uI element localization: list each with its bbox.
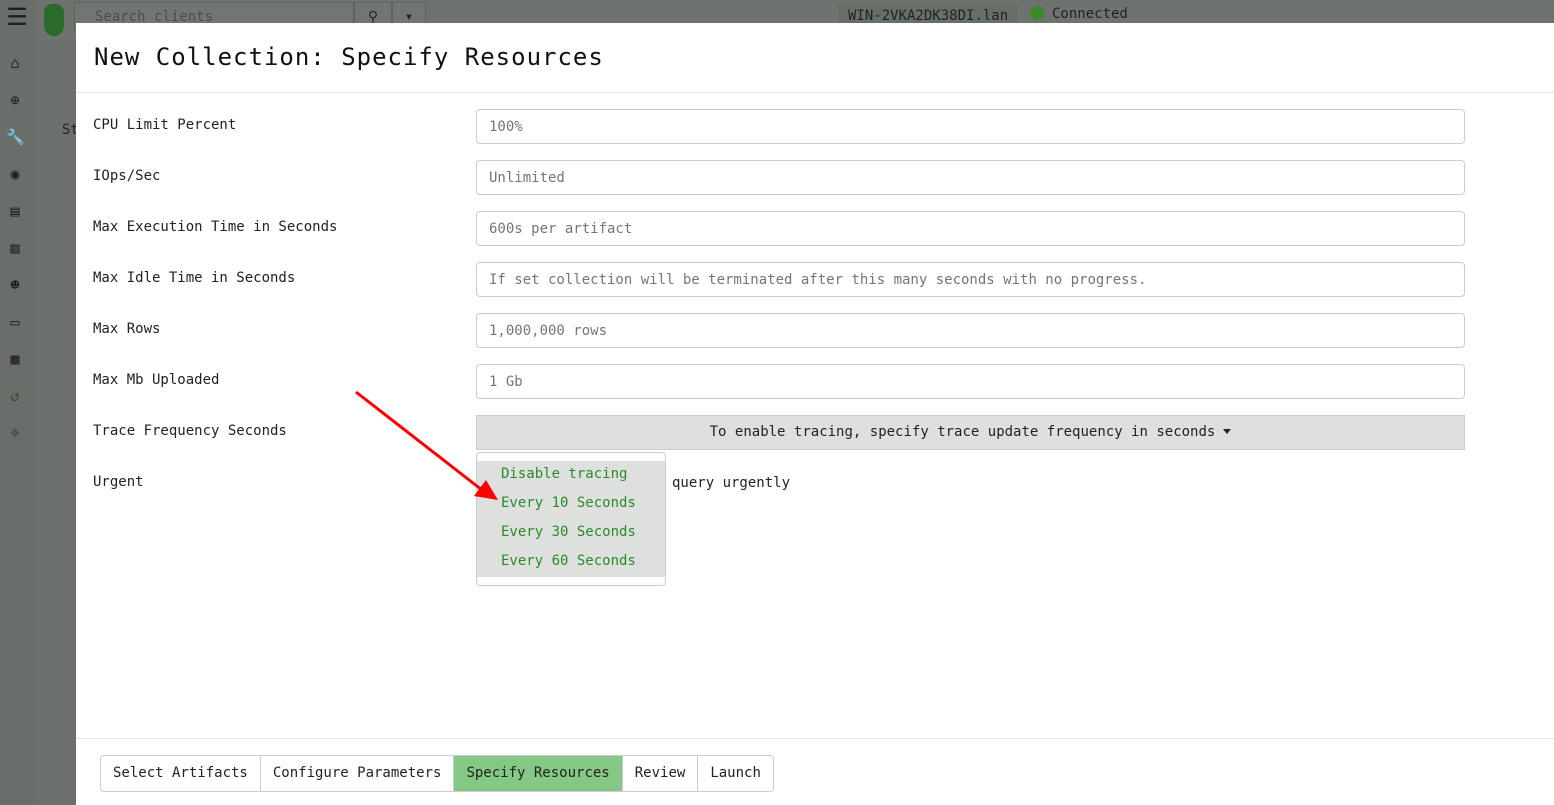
step-launch[interactable]: Launch [698,756,773,791]
max-mb-row: Max Mb Uploaded [93,364,1465,399]
wrench-icon[interactable]: 🔧 [6,128,25,146]
max-idle-input[interactable] [476,262,1465,297]
crosshair-icon[interactable]: ⊕ [6,91,24,109]
field-label: IOps/Sec [93,168,161,184]
trace-frequency-dropdown[interactable]: To enable tracing, specify trace update … [476,415,1465,450]
folder-icon[interactable]: ▩ [6,350,24,368]
field-label: Max Idle Time in Seconds [93,270,296,286]
step-configure-parameters[interactable]: Configure Parameters [261,756,455,791]
iops-input[interactable] [476,160,1465,195]
hamburger-menu-icon[interactable]: ☰ [4,5,30,29]
wizard-steps: Select Artifacts Configure Parameters Sp… [100,755,774,792]
max-mb-input[interactable] [476,364,1465,399]
step-select-artifacts[interactable]: Select Artifacts [101,756,261,791]
server-icon[interactable]: ▤ [6,202,24,220]
sidebar: ☰ ⌂ ⊕ 🔧 ◉ ▤ ▧ ☻ ▭ ▩ ↺ ☼ [0,0,36,805]
step-specify-resources[interactable]: Specify Resources [454,756,623,791]
home-icon[interactable]: ⌂ [6,54,24,72]
background-panel: St [36,40,79,805]
cpu-limit-input[interactable] [476,109,1465,144]
history-icon[interactable]: ↺ [6,387,24,405]
max-idle-row: Max Idle Time in Seconds [93,262,1465,297]
step-review[interactable]: Review [623,756,699,791]
connection-status: Connected [1030,6,1128,22]
eye-icon[interactable]: ◉ [6,165,24,183]
divider [76,738,1554,739]
urgent-checkbox-label[interactable]: query urgently [672,475,790,491]
book-icon[interactable]: ▧ [6,239,24,257]
user-icon[interactable]: ☻ [6,276,24,294]
field-label: Trace Frequency Seconds [93,423,287,439]
field-label: Urgent [93,474,144,490]
field-label: Max Execution Time in Seconds [93,219,338,235]
menu-item-every-30-seconds[interactable]: Every 30 Seconds [477,519,665,548]
modal-title: New Collection: Specify Resources [94,43,604,71]
menu-item-every-10-seconds[interactable]: Every 10 Seconds [477,490,665,519]
trace-frequency-row: Trace Frequency Seconds To enable tracing… [93,415,1465,450]
max-rows-input[interactable] [476,313,1465,348]
trace-frequency-menu: Disable tracing Every 10 Seconds Every 3… [476,452,666,586]
menu-item-disable-tracing[interactable]: Disable tracing [477,461,665,490]
max-execution-row: Max Execution Time in Seconds [93,211,1465,246]
binoculars-icon[interactable]: ☼ [6,424,24,442]
laptop-icon[interactable]: ▭ [6,313,24,331]
field-label: CPU Limit Percent [93,117,237,133]
max-execution-input[interactable] [476,211,1465,246]
status-dot-icon [1030,6,1044,20]
dropdown-label: To enable tracing, specify trace update … [709,424,1216,440]
caret-down-icon [1223,429,1232,434]
cpu-limit-row: CPU Limit Percent [93,109,1465,144]
new-collection-modal: New Collection: Specify Resources CPU Li… [76,23,1554,805]
iops-row: IOps/Sec [93,160,1465,195]
menu-item-every-60-seconds[interactable]: Every 60 Seconds [477,548,665,577]
field-label: Max Mb Uploaded [93,372,220,388]
field-label: Max Rows [93,321,161,337]
divider [76,92,1554,93]
logo-icon [44,4,64,36]
status-text: Connected [1052,6,1128,22]
max-rows-row: Max Rows [93,313,1465,348]
